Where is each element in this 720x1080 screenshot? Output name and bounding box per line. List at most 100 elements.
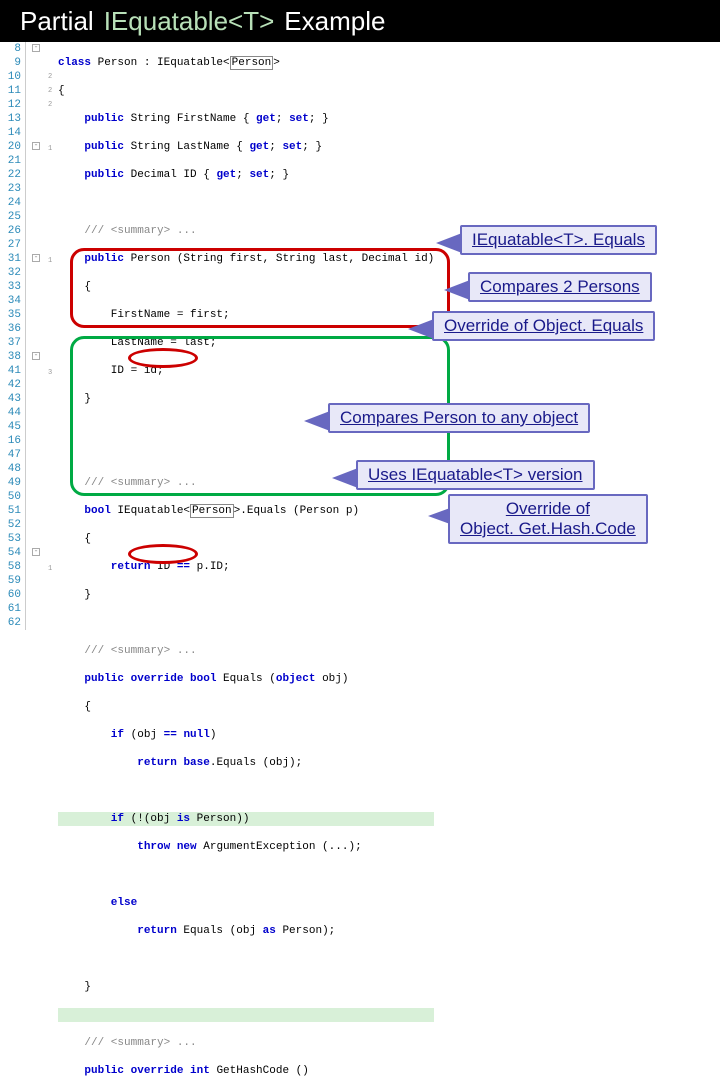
line-number: 50 (0, 490, 21, 504)
line-number: 31 (0, 252, 21, 266)
code-line: if (obj == null) (58, 728, 434, 742)
line-number: 47 (0, 448, 21, 462)
outline-toggle[interactable]: - (32, 142, 40, 150)
fold-level: 2 (48, 84, 52, 98)
code-line: bool IEquatable<Person>.Equals (Person p… (58, 504, 434, 518)
code-line: return base.Equals (obj); (58, 756, 434, 770)
line-number: 27 (0, 238, 21, 252)
line-number: 48 (0, 462, 21, 476)
line-number: 14 (0, 126, 21, 140)
fold-level: 3 (48, 366, 52, 380)
outline-toggle[interactable]: - (32, 44, 40, 52)
line-number-gutter: 8910111213142021222324252627313233343536… (0, 42, 26, 630)
line-number: 37 (0, 336, 21, 350)
title-word-3: Example (284, 6, 385, 37)
callout-iequatable-equals: IEquatable<T>. Equals (460, 225, 657, 255)
line-number: 9 (0, 56, 21, 70)
fold-level: 1 (48, 142, 52, 156)
code-line: { (58, 532, 434, 546)
outline-toggle[interactable]: - (32, 548, 40, 556)
line-number: 61 (0, 602, 21, 616)
code-line: return ID == p.ID; (58, 560, 434, 574)
line-number: 22 (0, 168, 21, 182)
code-line: public override int GetHashCode () (58, 1064, 434, 1078)
code-line: } (58, 588, 434, 602)
code-body[interactable]: class Person : IEquatable<Person> { publ… (58, 42, 434, 1080)
fold-level: 2 (48, 70, 52, 84)
line-number: 44 (0, 406, 21, 420)
code-line: public Person (String first, String last… (58, 252, 434, 266)
line-number: 24 (0, 196, 21, 210)
code-line (58, 196, 434, 210)
line-number: 16 (0, 434, 21, 448)
callout-uses-iequatable: Uses IEquatable<T> version (356, 460, 595, 490)
line-number: 52 (0, 518, 21, 532)
code-line: /// <summary> ... (58, 1036, 434, 1050)
line-number: 20 (0, 140, 21, 154)
line-number: 12 (0, 98, 21, 112)
line-number: 21 (0, 154, 21, 168)
callout-compares-persons: Compares 2 Persons (468, 272, 652, 302)
line-number: 23 (0, 182, 21, 196)
line-number: 11 (0, 84, 21, 98)
code-line (58, 952, 434, 966)
code-line: return Equals (obj as Person); (58, 924, 434, 938)
callout-override-object-equals: Override of Object. Equals (432, 311, 655, 341)
code-line: { (58, 280, 434, 294)
code-line: public String LastName { get; set; } (58, 140, 434, 154)
code-line (58, 1008, 434, 1022)
code-line: public String FirstName { get; set; } (58, 112, 434, 126)
code-line: } (58, 980, 434, 994)
title-word-1: Partial (20, 6, 94, 37)
code-line: { (58, 700, 434, 714)
code-line: public override bool Equals (object obj) (58, 672, 434, 686)
line-number: 58 (0, 560, 21, 574)
code-line: /// <summary> ... (58, 224, 434, 238)
line-number: 33 (0, 280, 21, 294)
line-number: 42 (0, 378, 21, 392)
line-number: 36 (0, 322, 21, 336)
code-line (58, 616, 434, 630)
line-number: 53 (0, 532, 21, 546)
code-line: { (58, 84, 434, 98)
line-number: 10 (0, 70, 21, 84)
line-number: 13 (0, 112, 21, 126)
line-number: 41 (0, 364, 21, 378)
line-number: 35 (0, 308, 21, 322)
fold-level: 1 (48, 562, 52, 576)
outline-toggle[interactable]: - (32, 352, 40, 360)
code-line: if (!(obj is Person)) (58, 812, 434, 826)
fold-level: 1 (48, 254, 52, 268)
slide-title: Partial IEquatable<T> Example (0, 0, 720, 42)
code-line: else (58, 896, 434, 910)
code-line: FirstName = first; (58, 308, 434, 322)
line-number: 32 (0, 266, 21, 280)
title-word-2: IEquatable<T> (104, 6, 275, 37)
line-number: 59 (0, 574, 21, 588)
code-line (58, 784, 434, 798)
callout-override-gethashcode: Override of Object. Get.Hash.Code (448, 494, 648, 544)
line-number: 60 (0, 588, 21, 602)
line-number: 54 (0, 546, 21, 560)
line-number: 49 (0, 476, 21, 490)
code-line (58, 868, 434, 882)
callout-line-2: Object. Get.Hash.Code (460, 519, 636, 539)
line-number: 51 (0, 504, 21, 518)
line-number: 62 (0, 616, 21, 630)
line-number: 38 (0, 350, 21, 364)
outline-toggle[interactable]: - (32, 254, 40, 262)
line-number: 43 (0, 392, 21, 406)
line-number: 8 (0, 42, 21, 56)
callout-line-1: Override of (460, 499, 636, 519)
code-line: public Decimal ID { get; set; } (58, 168, 434, 182)
line-number: 25 (0, 210, 21, 224)
callout-compares-any: Compares Person to any object (328, 403, 590, 433)
code-line: ID = id; (58, 364, 434, 378)
code-line: throw new ArgumentException (...); (58, 840, 434, 854)
fold-level: 2 (48, 98, 52, 112)
code-line: LastName = last; (58, 336, 434, 350)
code-line: class Person : IEquatable<Person> (58, 56, 434, 70)
line-number: 34 (0, 294, 21, 308)
code-line: /// <summary> ... (58, 644, 434, 658)
line-number: 45 (0, 420, 21, 434)
